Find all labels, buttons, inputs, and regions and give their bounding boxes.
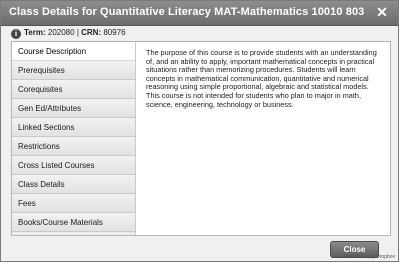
nav-item-restrictions[interactable]: Restrictions	[12, 137, 135, 156]
course-description-text: The purpose of this course is to provide…	[146, 48, 377, 109]
close-icon[interactable]: ✕	[375, 4, 389, 20]
term-info: i Term: 202080 | CRN: 80976	[11, 26, 126, 40]
nav-item-class-details[interactable]: Class Details	[12, 175, 135, 194]
nav-item-corequisites[interactable]: Corequisites	[12, 80, 135, 99]
dialog-titlebar[interactable]: Class Details for Quantitative Literacy …	[1, 1, 398, 26]
watermark: Screenshot by Dropbox	[342, 254, 395, 260]
nav-divider	[135, 42, 136, 235]
crn-label: CRN:	[81, 28, 102, 37]
details-nav: Course Description Prerequisites Corequi…	[12, 42, 136, 235]
term-value: 202080	[47, 28, 75, 37]
crn-value: 80976	[103, 28, 126, 37]
details-panel: Course Description Prerequisites Corequi…	[11, 41, 391, 236]
nav-item-fees[interactable]: Fees	[12, 194, 135, 213]
term-label: Term:	[24, 28, 46, 37]
dialog-title: Class Details for Quantitative Literacy …	[9, 6, 365, 18]
info-icon: i	[11, 29, 21, 39]
nav-item-cross-listed-courses[interactable]: Cross Listed Courses	[12, 156, 135, 175]
nav-item-prerequisites[interactable]: Prerequisites	[12, 61, 135, 80]
nav-item-gen-ed-attributes[interactable]: Gen Ed/Attributes	[12, 99, 135, 118]
nav-item-books-course-materials[interactable]: Books/Course Materials	[12, 213, 135, 232]
class-details-dialog: Class Details for Quantitative Literacy …	[0, 0, 399, 262]
nav-item-linked-sections[interactable]: Linked Sections	[12, 118, 135, 137]
term-separator: |	[76, 28, 79, 37]
nav-item-course-description[interactable]: Course Description	[12, 42, 136, 61]
